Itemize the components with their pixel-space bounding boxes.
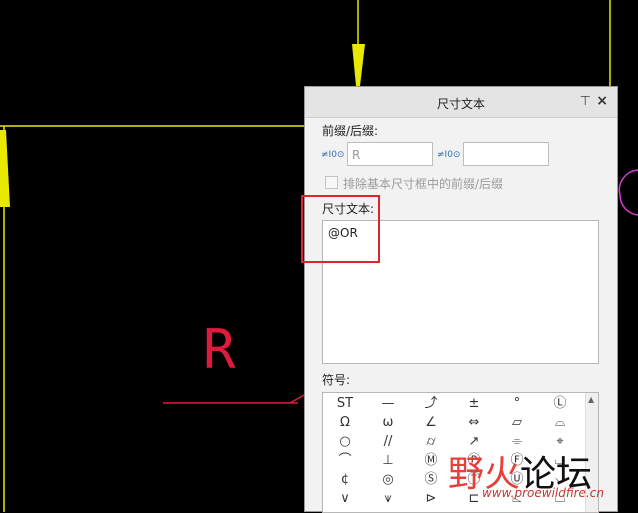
symbol-button[interactable]: ∨ (325, 491, 365, 507)
watermark: 野火论坛 www.proewildfire.cn (448, 445, 604, 500)
symbol-button[interactable]: ⌒ (325, 453, 365, 469)
symbols-label: 符号: (322, 373, 351, 387)
symbol-button[interactable]: ⩛ (368, 491, 408, 507)
symbol-button[interactable]: ▱ (497, 415, 537, 431)
symbol-button[interactable]: ⌭ (411, 434, 451, 450)
symbol-button[interactable]: // (368, 434, 408, 450)
symbol-button[interactable]: ⇔ (454, 415, 494, 431)
dialog-titlebar[interactable]: 尺寸文本 ⊤ × (305, 87, 617, 118)
highlight-box (301, 195, 380, 263)
dialog-title: 尺寸文本 (436, 97, 485, 111)
dimension-arrowhead-left (0, 130, 10, 207)
prefix-input[interactable]: R (347, 142, 433, 166)
symbol-button[interactable]: ○ (325, 434, 365, 450)
exclude-checkbox[interactable] (325, 176, 338, 189)
symbol-button[interactable]: Ω (325, 415, 365, 431)
symbol-button[interactable]: ⤴ (411, 396, 451, 412)
prefix-suffix-label: 前缀/后缀: (322, 124, 379, 138)
suffix-input[interactable] (463, 142, 549, 166)
symbol-button[interactable]: ° (497, 396, 537, 412)
symbol-button[interactable]: ⌓ (540, 415, 580, 431)
magenta-arc (618, 169, 638, 216)
dimension-label[interactable]: R (203, 318, 236, 381)
symbol-button[interactable]: ⊥ (368, 453, 408, 469)
symbol-button[interactable]: ⊳ (411, 491, 451, 507)
suffix-formula-icon[interactable]: ≠I0⊙ (437, 150, 460, 160)
watermark-url: www.proewildfire.cn (482, 486, 604, 500)
symbol-button[interactable]: Ⓢ (411, 472, 451, 488)
scroll-up-icon[interactable]: ▲ (588, 395, 594, 404)
pin-icon[interactable]: ⊤ (580, 94, 591, 109)
symbol-button[interactable]: Ⓛ (540, 396, 580, 412)
prefix-formula-icon[interactable]: ≠I0⊙ (321, 150, 344, 160)
symbol-button[interactable]: — (368, 396, 408, 412)
symbol-button[interactable]: ¢ (325, 472, 365, 488)
exclude-label: 排除基本尺寸框中的前缀/后缀 (343, 177, 504, 191)
symbol-button[interactable]: ω (368, 415, 408, 431)
symbol-button[interactable]: ∠ (411, 415, 451, 431)
symbol-button[interactable]: ± (454, 396, 494, 412)
symbol-button[interactable]: ◎ (368, 472, 408, 488)
symbol-button[interactable]: Ⓜ (411, 453, 451, 469)
symbol-button[interactable]: ST (325, 396, 365, 412)
dimension-arrowhead-top (352, 44, 365, 86)
close-icon[interactable]: × (596, 93, 608, 109)
leader-tick (289, 394, 305, 404)
